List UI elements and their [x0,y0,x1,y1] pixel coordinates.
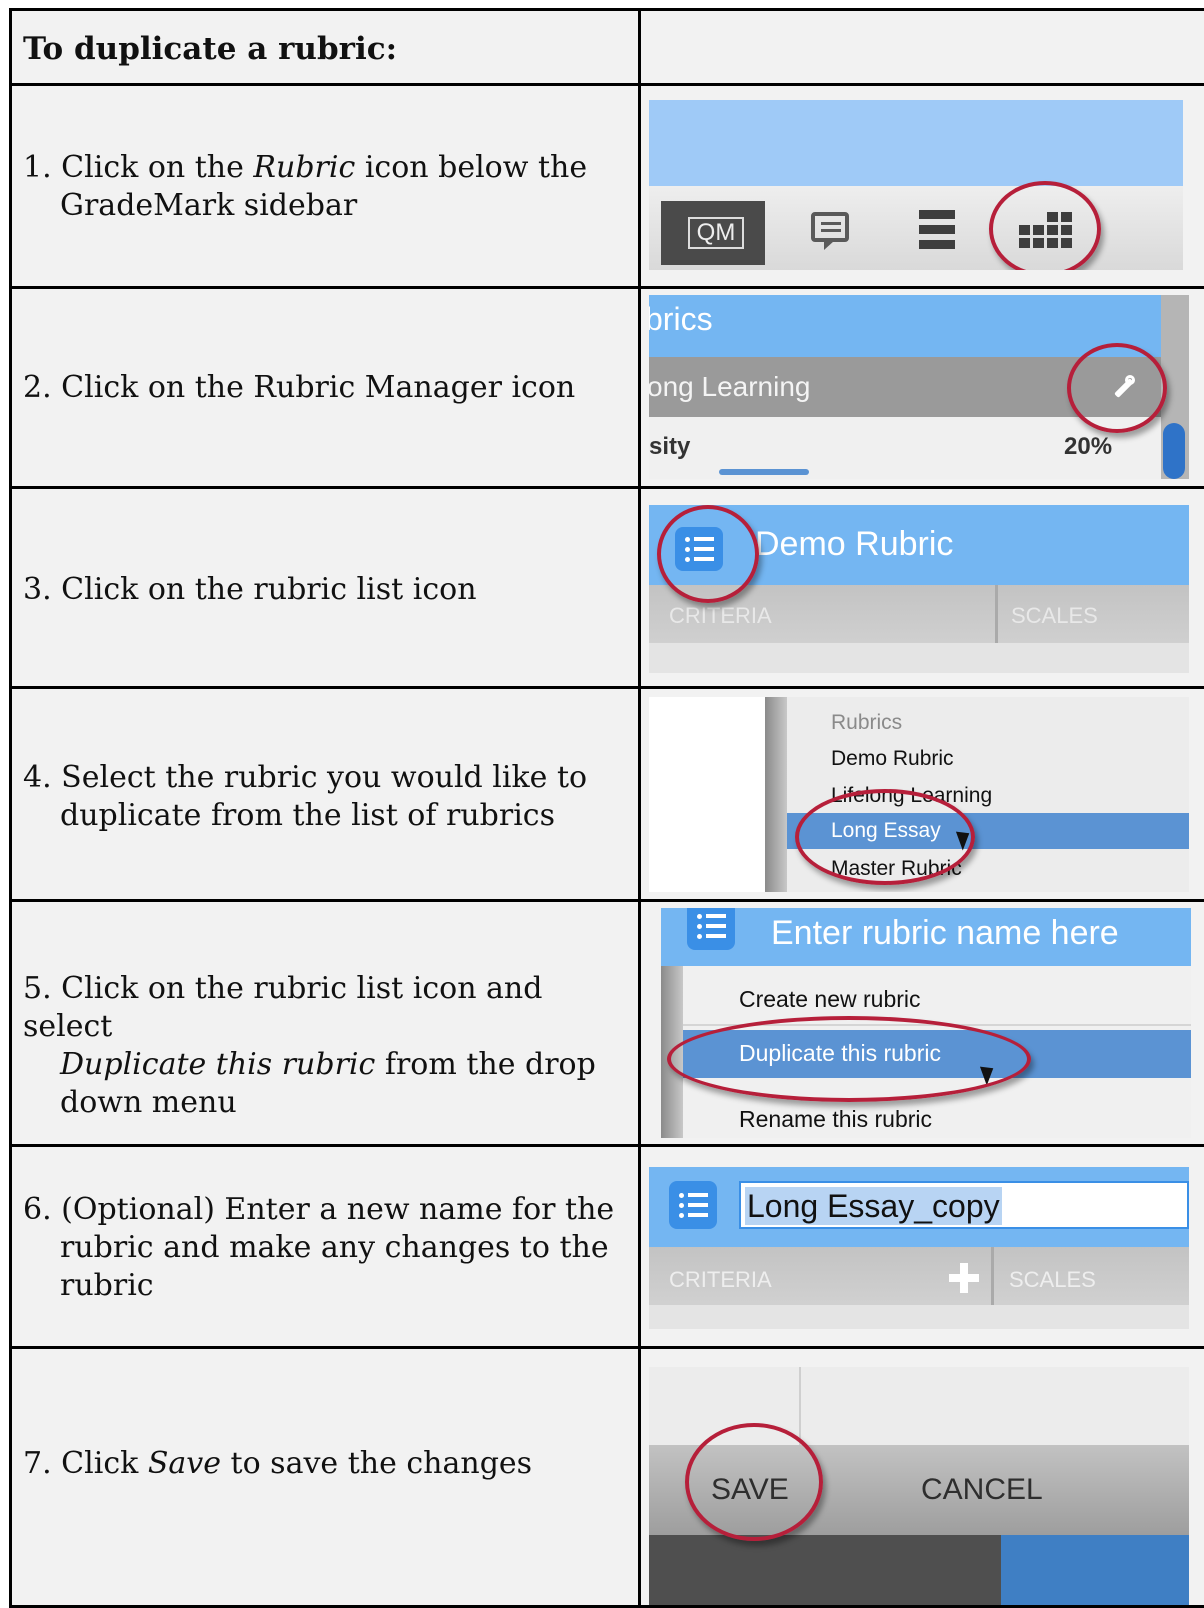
step-image-cell: brics ong Learning sity 20% [638,286,1204,486]
step-row-7: 7. Click Save to save the changes SAVE C… [9,1346,1204,1608]
step-row-3: 3. Click on the rubric list icon Demo Ru… [9,486,1204,686]
criteria-row: sity 20% [649,417,1161,479]
rubric-name-placeholder: Enter rubric name here [771,914,1119,952]
step-row-2: 2. Click on the Rubric Manager icon bric… [9,286,1204,486]
step-image-cell: Demo Rubric CRITERIA SCALES [638,486,1204,686]
criteria-percent: 20% [1064,433,1113,460]
rubric-title-bar: Long Essay_copy [649,1167,1189,1247]
table-title: To duplicate a rubric: [23,31,398,67]
table-header-row: To duplicate a rubric: [9,8,1204,83]
scroll-thumb[interactable] [1163,423,1185,479]
scales-header: SCALES [1009,1267,1096,1292]
step-row-5: 5. Click on the rubric list icon and sel… [9,899,1204,1144]
panel-title: brics [649,301,713,337]
step-text-cell: 6. (Optional) Enter a new name for the r… [9,1144,638,1346]
sidebar-screenshot: QM [649,100,1183,270]
panel-bottom [649,1535,1189,1608]
rubric-list-icon[interactable] [687,908,735,950]
instruction-table: To duplicate a rubric: 1. Click on the R… [0,0,1204,1608]
rubric-panel-screenshot: brics ong Learning sity 20% [649,295,1189,479]
step-text-cell: 5. Click on the rubric list icon and sel… [9,899,638,1144]
qm-label: QM [688,217,744,249]
emphasis: Rubric [253,150,356,185]
rename-screenshot: Long Essay_copy CRITERIA SCALES [649,1167,1189,1329]
step-text-cell: 4. Select the rubric you would like to d… [9,686,638,899]
criteria-name: sity [649,433,691,460]
qm-tab[interactable]: QM [661,201,765,265]
add-criteria-icon[interactable] [949,1263,979,1293]
step-4-text: 4. Select the rubric you would like to d… [23,760,588,833]
step-7-text: 7. Click Save to save the changes [23,1446,533,1481]
list-item[interactable]: Demo Rubric [831,747,954,771]
panel-title-bar: brics [649,295,1161,357]
rubric-title-bar: Enter rubric name here [661,908,1191,966]
comment-icon[interactable] [811,212,849,242]
step-text-cell: 2. Click on the Rubric Manager icon [9,286,638,486]
rubric-list-icon[interactable] [669,1181,717,1229]
rubric-name: ong Learning [649,371,811,402]
header-empty-cell [638,8,1204,83]
rubric-name-input[interactable]: Long Essay_copy [739,1181,1189,1229]
save-screenshot: SAVE CANCEL [649,1367,1189,1608]
highlight-circle [667,1016,1031,1102]
rubric-name-value: Long Essay_copy [745,1187,1002,1225]
highlight-circle [657,505,759,603]
panel-divider [799,1367,801,1445]
step-text-cell: 7. Click Save to save the changes [9,1346,638,1608]
step-image-cell: Enter rubric name here Create new rubric… [638,899,1204,1144]
cancel-button[interactable]: CANCEL [921,1473,1043,1507]
step-3-text: 3. Click on the rubric list icon [23,572,477,607]
header-cell: To duplicate a rubric: [9,8,638,83]
highlight-circle [795,789,975,885]
highlight-circle [1067,343,1167,433]
menu-item-create[interactable]: Create new rubric [739,986,921,1013]
criteria-header: CRITERIA [669,1267,772,1292]
step-2-text: 2. Click on the Rubric Manager icon [23,370,576,405]
step-text-cell: 3. Click on the rubric list icon [9,486,638,686]
highlight-circle [989,181,1101,270]
step-5-text: 5. Click on the rubric list icon and sel… [23,971,596,1120]
dropdown-screenshot: Enter rubric name here Create new rubric… [661,908,1191,1138]
step-image-cell: QM [638,83,1204,286]
list-heading: Rubrics [831,711,903,734]
layers-icon[interactable] [919,210,955,250]
step-row-4: 4. Select the rubric you would like to d… [9,686,1204,899]
emphasis: Duplicate this rubric [60,1047,376,1082]
step-image-cell: SAVE CANCEL [638,1346,1204,1608]
scales-header: SCALES [1011,603,1098,628]
step-text-cell: 1. Click on the Rubric icon below the Gr… [9,83,638,286]
step-1-text: 1. Click on the Rubric icon below the Gr… [23,150,588,223]
column-header: CRITERIA SCALES [649,1247,1189,1329]
panel-bottom-accent [1001,1535,1189,1608]
step-row-1: 1. Click on the Rubric icon below the Gr… [9,83,1204,286]
step-image-cell: Rubrics Demo Rubric Lifelong Learning Lo… [638,686,1204,899]
criteria-header: CRITERIA [669,603,772,628]
rubric-title: Demo Rubric [755,525,954,563]
rubric-header-screenshot: Demo Rubric CRITERIA SCALES [649,505,1189,673]
step-6-text: 6. (Optional) Enter a new name for the r… [23,1192,615,1303]
rubric-list-screenshot: Rubrics Demo Rubric Lifelong Learning Lo… [649,697,1189,892]
list-divider [765,697,787,892]
sidebar-panel [649,100,1183,186]
emphasis: Save [147,1446,221,1481]
highlight-circle [685,1423,823,1541]
menu-item-rename[interactable]: Rename this rubric [739,1106,932,1133]
step-image-cell: Long Essay_copy CRITERIA SCALES [638,1144,1204,1346]
step-row-6: 6. (Optional) Enter a new name for the r… [9,1144,1204,1346]
